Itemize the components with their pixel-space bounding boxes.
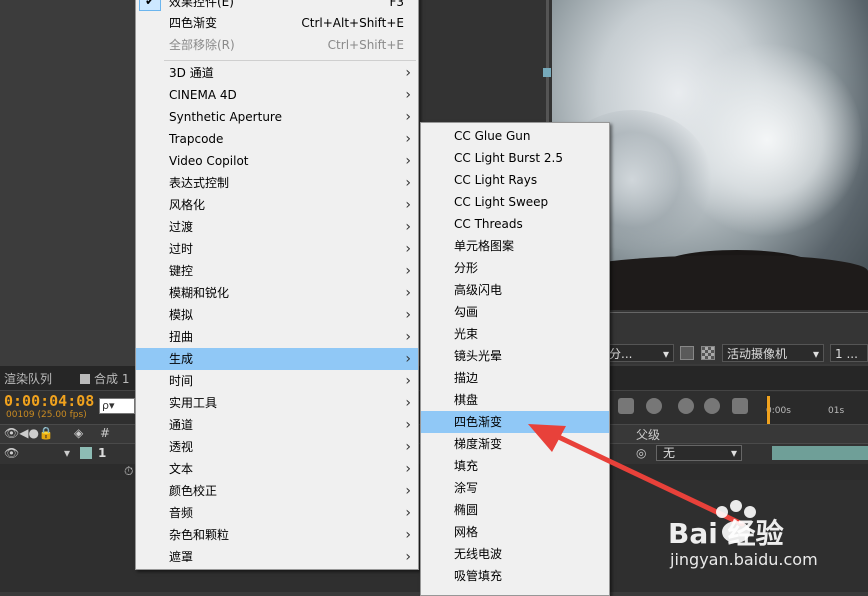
watermark-url: jingyan.baidu.com xyxy=(670,550,818,569)
watermark-brand: Bai 经验 xyxy=(668,517,784,550)
baidu-jingyan-watermark: Bai 经验 jingyan.baidu.com xyxy=(668,498,868,592)
